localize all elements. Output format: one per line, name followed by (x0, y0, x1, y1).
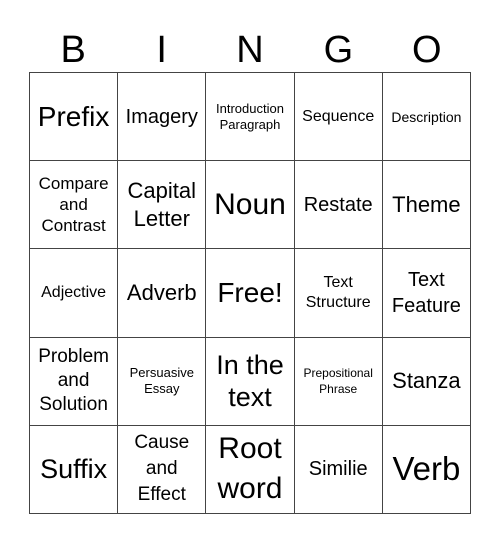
cell-text: Stanza (392, 368, 461, 394)
bingo-cell: Compare and Contrast (30, 161, 119, 250)
bingo-cell: Verb (382, 425, 471, 514)
bingo-cell: Stanza (382, 337, 471, 426)
bingo-cell: Imagery (118, 73, 207, 162)
bingo-cell: Adverb (118, 249, 207, 338)
bingo-cell: Capital Letter (118, 161, 207, 250)
cell-text: Text Structure (305, 273, 371, 311)
cell-text: Restate (303, 193, 373, 216)
bingo-cell: In the text (206, 337, 295, 426)
bingo-grid: Prefix Imagery Introduction Paragraph Se… (29, 72, 471, 514)
cell-text: Suffix (40, 454, 108, 485)
cell-text: Compare and Contrast (38, 174, 109, 236)
cell-text: Adjective (41, 283, 107, 301)
cell-text: Adverb (126, 279, 197, 305)
bingo-cell: Text Structure (294, 249, 383, 338)
bingo-cell: Problem and Solution (30, 337, 119, 426)
cell-text: Prepositional Phrase (303, 366, 373, 397)
cell-text: Theme (392, 191, 461, 217)
bingo-cell: Prepositional Phrase (294, 337, 383, 426)
header-letter-n: N (236, 29, 264, 71)
bingo-cell: Adjective (30, 249, 119, 338)
bingo-cell: Introduction Paragraph (206, 73, 295, 162)
header-letter-o: O (412, 29, 442, 71)
cell-text: Noun (214, 187, 286, 221)
cell-text: Prefix (37, 100, 110, 132)
bingo-cell: Restate (294, 161, 383, 250)
cell-text: Free! (217, 276, 283, 308)
bingo-cell free-space: Free! (206, 249, 295, 338)
bingo-cell: Cause and Effect (118, 425, 207, 514)
cell-text: Root word (217, 432, 283, 506)
cell-text: Sequence (302, 107, 375, 125)
bingo-cell: Prefix (30, 73, 119, 162)
cell-text: In the text (216, 350, 284, 413)
cell-text: Introduction Paragraph (216, 100, 284, 132)
bingo-cell: Similie (294, 425, 383, 514)
bingo-cell: Root word (206, 425, 295, 514)
header-letter-g: G (323, 29, 354, 71)
header-letter-i: I (156, 29, 167, 71)
cell-text: Similie (308, 458, 368, 481)
cell-text: Cause and Effect (134, 432, 190, 506)
bingo-cell: Description (382, 73, 471, 162)
bingo-cell: Suffix (30, 425, 119, 514)
bingo-cell: Sequence (294, 73, 383, 162)
bingo-cell: Theme (382, 161, 471, 250)
header-letter-b: B (60, 29, 86, 71)
bingo-cell: Persuasive Essay (118, 337, 207, 426)
cell-text: Imagery (125, 105, 198, 128)
bingo-cell: Text Feature (382, 249, 471, 338)
cell-text: Verb (392, 450, 461, 488)
bingo-cell: Noun (206, 161, 295, 250)
bingo-header: B I N G O (29, 28, 471, 72)
cell-text: Capital Letter (127, 177, 197, 231)
cell-text: Problem and Solution (38, 346, 109, 416)
cell-text: Description (391, 108, 462, 125)
cell-text: Text Feature (391, 268, 461, 317)
cell-text: Persuasive Essay (129, 365, 194, 397)
